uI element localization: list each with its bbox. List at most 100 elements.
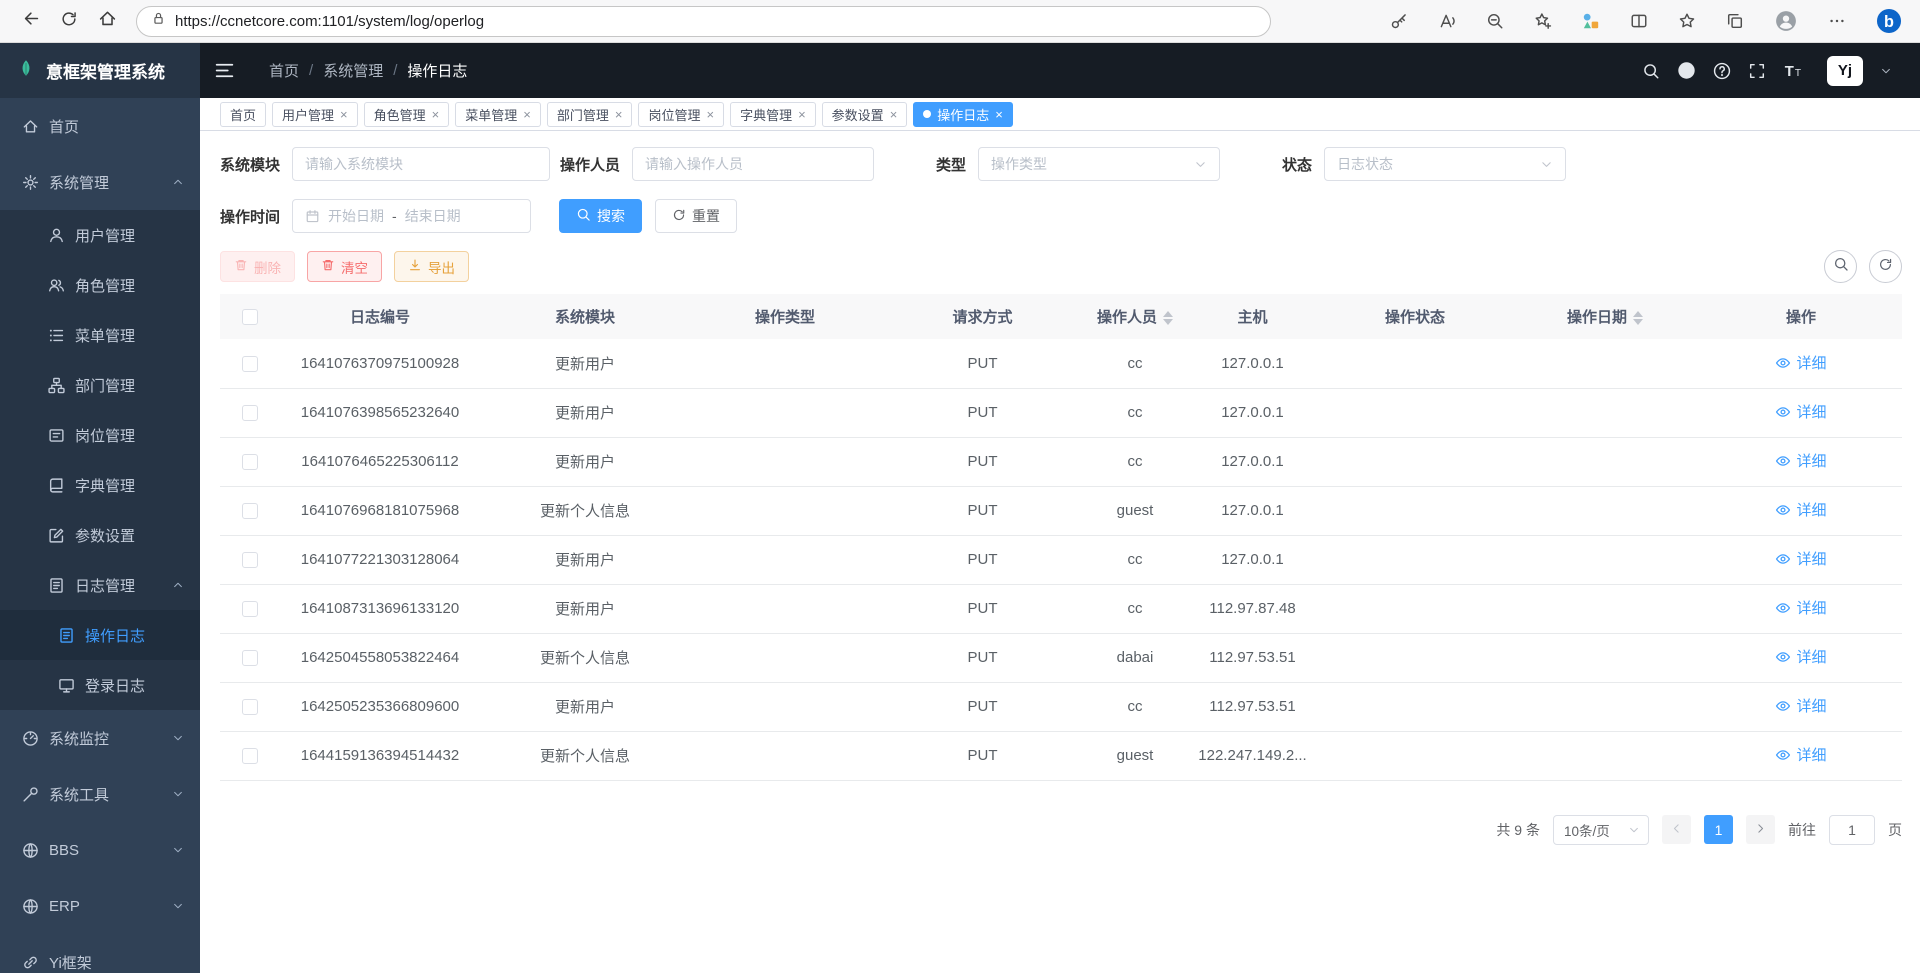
row-checkbox-cell[interactable]: [220, 682, 280, 731]
column-header[interactable]: 操作日期: [1510, 294, 1700, 339]
sidebar-item-depts[interactable]: 部门管理: [0, 360, 200, 410]
tab-params[interactable]: 参数设置×: [822, 102, 908, 127]
close-icon[interactable]: ×: [995, 108, 1003, 121]
menu-collapse-button[interactable]: [214, 60, 235, 81]
close-icon[interactable]: ×: [432, 108, 440, 121]
clear-button[interactable]: 清空: [307, 251, 382, 282]
tab-posts[interactable]: 岗位管理×: [638, 102, 724, 127]
tab-menus[interactable]: 菜单管理×: [455, 102, 541, 127]
tab-operlog[interactable]: 操作日志×: [913, 102, 1013, 127]
close-icon[interactable]: ×: [890, 108, 898, 121]
detail-link[interactable]: 详细: [1775, 401, 1826, 422]
sidebar-item-yi-framework[interactable]: Yi框架: [0, 934, 200, 973]
sidebar-item-menus[interactable]: 菜单管理: [0, 310, 200, 360]
column-header[interactable]: 操作人员: [1085, 294, 1185, 339]
favorites-add-icon[interactable]: [1534, 12, 1552, 30]
sidebar-item-monitoring[interactable]: 系统监控: [0, 710, 200, 766]
close-icon[interactable]: ×: [798, 108, 806, 121]
detail-link[interactable]: 详细: [1775, 499, 1826, 520]
sidebar-item-roles[interactable]: 角色管理: [0, 260, 200, 310]
date-range-input[interactable]: 开始日期 - 结束日期: [292, 199, 531, 233]
tab-home[interactable]: 首页: [220, 102, 266, 127]
help-icon[interactable]: [1713, 62, 1731, 80]
sidebar-item-loginlog[interactable]: 登录日志: [0, 660, 200, 710]
close-icon[interactable]: ×: [615, 108, 623, 121]
row-checkbox-cell[interactable]: [220, 731, 280, 780]
row-checkbox[interactable]: [242, 650, 258, 666]
sidebar-item-users[interactable]: 用户管理: [0, 210, 200, 260]
operator-input[interactable]: 请输入操作人员: [632, 147, 874, 181]
tab-users[interactable]: 用户管理×: [272, 102, 358, 127]
detail-link[interactable]: 详细: [1775, 450, 1826, 471]
row-checkbox-cell[interactable]: [220, 388, 280, 437]
row-checkbox[interactable]: [242, 601, 258, 617]
breadcrumb-item[interactable]: 系统管理: [323, 60, 383, 81]
goto-page-input[interactable]: 1: [1829, 815, 1875, 845]
sidebar-item-erp[interactable]: ERP: [0, 878, 200, 934]
close-icon[interactable]: ×: [706, 108, 714, 121]
profile-avatar-icon[interactable]: [1774, 9, 1798, 33]
detail-link[interactable]: 详细: [1775, 744, 1826, 765]
refresh-button[interactable]: [52, 4, 86, 38]
search-button[interactable]: 搜索: [559, 199, 642, 233]
detail-link[interactable]: 详细: [1775, 695, 1826, 716]
sidebar-item-home[interactable]: 首页: [0, 98, 200, 154]
tab-roles[interactable]: 角色管理×: [364, 102, 450, 127]
next-page-button[interactable]: [1746, 815, 1775, 844]
close-icon[interactable]: ×: [340, 108, 348, 121]
sidebar-item-dicts[interactable]: 字典管理: [0, 460, 200, 510]
breadcrumb-item[interactable]: 首页: [269, 60, 299, 81]
close-icon[interactable]: ×: [523, 108, 531, 121]
row-checkbox[interactable]: [242, 405, 258, 421]
module-input[interactable]: 请输入系统模块: [292, 147, 550, 181]
search-icon[interactable]: [1642, 62, 1660, 80]
font-size-icon[interactable]: TT: [1783, 61, 1802, 80]
sort-icon[interactable]: [1163, 311, 1173, 325]
status-select[interactable]: 日志状态: [1324, 147, 1566, 181]
extensions-icon[interactable]: [1582, 12, 1600, 30]
tab-depts[interactable]: 部门管理×: [547, 102, 633, 127]
more-options-icon[interactable]: [1828, 12, 1846, 30]
chevron-down-icon[interactable]: [1880, 65, 1892, 77]
row-checkbox-cell[interactable]: [220, 535, 280, 584]
github-icon[interactable]: [1677, 61, 1696, 80]
row-checkbox-cell[interactable]: [220, 584, 280, 633]
row-checkbox-cell[interactable]: [220, 437, 280, 486]
sidebar-item-logs[interactable]: 日志管理: [0, 560, 200, 610]
delete-button[interactable]: 删除: [220, 251, 295, 282]
row-checkbox[interactable]: [242, 503, 258, 519]
type-select[interactable]: 操作类型: [978, 147, 1220, 181]
bing-icon[interactable]: b: [1876, 8, 1902, 34]
row-checkbox-cell[interactable]: [220, 339, 280, 388]
export-button[interactable]: 导出: [394, 251, 469, 282]
prev-page-button[interactable]: [1662, 815, 1691, 844]
page-number-current[interactable]: 1: [1704, 815, 1733, 844]
split-screen-icon[interactable]: [1630, 12, 1648, 30]
sidebar-item-params[interactable]: 参数设置: [0, 510, 200, 560]
row-checkbox-cell[interactable]: [220, 486, 280, 535]
password-key-icon[interactable]: [1390, 12, 1408, 30]
detail-link[interactable]: 详细: [1775, 548, 1826, 569]
user-avatar[interactable]: Yj: [1827, 56, 1863, 86]
sidebar-item-posts[interactable]: 岗位管理: [0, 410, 200, 460]
row-checkbox[interactable]: [242, 699, 258, 715]
detail-link[interactable]: 详细: [1775, 352, 1826, 373]
sidebar-item-operlog[interactable]: 操作日志: [0, 610, 200, 660]
sidebar-item-bbs[interactable]: BBS: [0, 822, 200, 878]
select-all-checkbox[interactable]: [220, 294, 280, 339]
address-bar[interactable]: https://ccnetcore.com:1101/system/log/op…: [136, 6, 1271, 37]
row-checkbox[interactable]: [242, 356, 258, 372]
reset-button[interactable]: 重置: [655, 199, 737, 233]
sort-icon[interactable]: [1633, 311, 1643, 325]
row-checkbox[interactable]: [242, 552, 258, 568]
back-button[interactable]: [14, 4, 48, 38]
tab-dicts[interactable]: 字典管理×: [730, 102, 816, 127]
table-refresh-button[interactable]: [1869, 250, 1902, 283]
favorites-icon[interactable]: [1678, 12, 1696, 30]
detail-link[interactable]: 详细: [1775, 646, 1826, 667]
row-checkbox[interactable]: [242, 454, 258, 470]
home-button[interactable]: [90, 4, 124, 38]
row-checkbox-cell[interactable]: [220, 633, 280, 682]
sidebar-item-system[interactable]: 系统管理: [0, 154, 200, 210]
read-aloud-icon[interactable]: [1438, 12, 1456, 30]
